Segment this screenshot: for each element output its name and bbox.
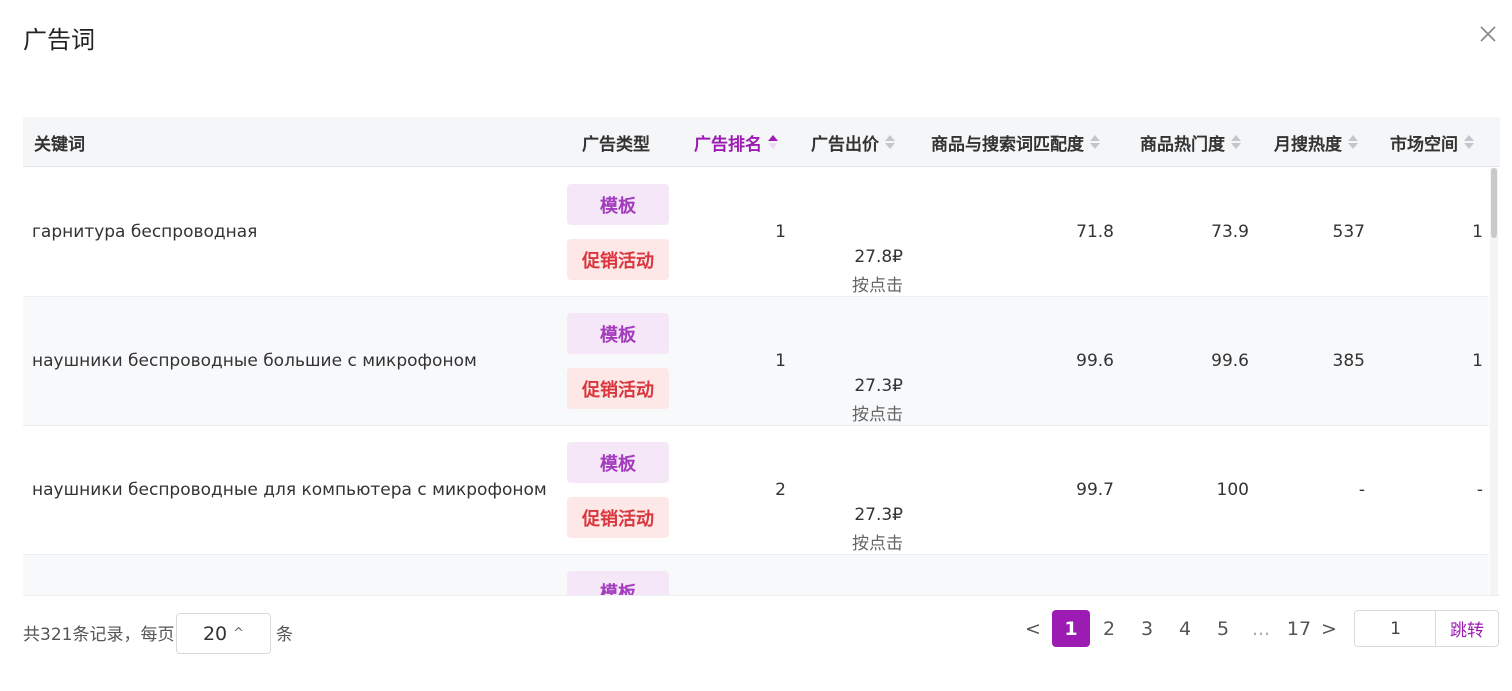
sort-icon[interactable] [1231, 135, 1241, 149]
column-header-market-space[interactable]: 市场空间 [1390, 117, 1474, 167]
table-body: гарнитура беспроводная 模板 促销活动 1 27.8₽ 按… [23, 168, 1489, 595]
market-space-cell: 1 [1472, 351, 1483, 371]
match-cell: 99.7 [1076, 480, 1114, 500]
popularity-cell: 100 [1216, 480, 1249, 500]
bid-cell: 27.3₽ 按点击 [803, 426, 903, 554]
sort-icon[interactable] [768, 135, 778, 149]
table-scrollbar[interactable] [1490, 168, 1498, 595]
tag-promotion: 促销活动 [567, 239, 669, 280]
bid-cell: 27.3₽ 按点击 [803, 297, 903, 425]
tag-template: 模板 [567, 571, 669, 595]
keyword-cell: наушники беспроводные для компьютера с м… [32, 480, 547, 500]
column-header-keyword: 关键词 [34, 134, 85, 155]
bid-price: 27.3₽ [854, 505, 903, 525]
ad-type-cell: 模板 促销活动 [567, 313, 669, 409]
keyword-cell: наушники беспроводные большие с микрофон… [32, 351, 477, 371]
page-size-value: 20 [202, 622, 228, 645]
page-17[interactable]: 17 [1280, 610, 1318, 647]
tag-promotion: 促销活动 [567, 368, 669, 409]
page-3[interactable]: 3 [1128, 610, 1166, 647]
tag-promotion: 促销活动 [567, 497, 669, 538]
sort-icon[interactable] [1348, 135, 1358, 149]
rank-cell: 1 [775, 351, 786, 371]
close-icon[interactable] [1476, 22, 1500, 46]
scrollbar-thumb[interactable] [1491, 168, 1497, 238]
rank-cell: 2 [775, 480, 786, 500]
page-5[interactable]: 5 [1204, 610, 1242, 647]
table-row: 模板 [23, 555, 1489, 595]
tag-template: 模板 [567, 442, 669, 483]
column-header-monthly-search[interactable]: 月搜热度 [1274, 117, 1358, 167]
ad-type-cell: 模板 促销活动 [567, 184, 669, 280]
jump-page-input[interactable] [1354, 610, 1436, 647]
rank-cell: 1 [775, 222, 786, 242]
column-header-popularity[interactable]: 商品热门度 [1140, 117, 1241, 167]
table-header: 关键词 广告类型 广告排名 广告出价 商品与搜索词匹配度 商品热门度 月搜热度 … [23, 117, 1500, 167]
bid-price: 27.8₽ [854, 247, 903, 267]
column-header-ad-rank[interactable]: 广告排名 [694, 117, 778, 167]
keyword-cell: гарнитура беспроводная [32, 222, 258, 242]
sort-icon[interactable] [1090, 135, 1100, 149]
page-size-select[interactable]: 20 ^ [176, 613, 271, 654]
page-2[interactable]: 2 [1090, 610, 1128, 647]
monthly-search-cell: 385 [1332, 351, 1365, 371]
page-ellipsis[interactable]: ... [1242, 610, 1280, 647]
column-header-ad-bid[interactable]: 广告出价 [811, 117, 895, 167]
sort-icon[interactable] [1464, 135, 1474, 149]
bid-unit: 按点击 [852, 534, 903, 554]
monthly-search-cell: - [1358, 480, 1365, 500]
table-row: наушники беспроводные большие с микрофон… [23, 297, 1489, 426]
match-cell: 99.6 [1076, 351, 1114, 371]
sort-icon[interactable] [885, 135, 895, 149]
bid-cell: 27.8₽ 按点击 [803, 168, 903, 296]
bid-unit: 按点击 [852, 276, 903, 296]
total-records: 共321条记录，每页 [23, 625, 175, 645]
column-header-ad-type: 广告类型 [582, 134, 650, 155]
match-cell: 71.8 [1076, 222, 1114, 242]
page-size-unit: 条 [276, 625, 293, 645]
popularity-cell: 99.6 [1211, 351, 1249, 371]
chevron-up-icon: ^ [233, 626, 245, 641]
market-space-cell: - [1476, 480, 1483, 500]
modal-title: 广告词 [23, 26, 95, 54]
ad-type-cell: 模板 [567, 571, 669, 595]
monthly-search-cell: 537 [1332, 222, 1365, 242]
bid-price: 27.3₽ [854, 376, 903, 396]
footer-divider [23, 595, 1500, 596]
table-row: гарнитура беспроводная 模板 促销活动 1 27.8₽ 按… [23, 168, 1489, 297]
column-header-match[interactable]: 商品与搜索词匹配度 [931, 117, 1100, 167]
market-space-cell: 1 [1472, 222, 1483, 242]
page-1[interactable]: 1 [1052, 610, 1090, 647]
tag-template: 模板 [567, 184, 669, 225]
popularity-cell: 73.9 [1211, 222, 1249, 242]
tag-template: 模板 [567, 313, 669, 354]
ad-type-cell: 模板 促销活动 [567, 442, 669, 538]
jump-button[interactable]: 跳转 [1435, 610, 1499, 647]
bid-unit: 按点击 [852, 405, 903, 425]
page-4[interactable]: 4 [1166, 610, 1204, 647]
prev-page-button[interactable]: < [1020, 610, 1046, 647]
keyword-table: 关键词 广告类型 广告排名 广告出价 商品与搜索词匹配度 商品热门度 月搜热度 … [23, 117, 1500, 595]
next-page-button[interactable]: > [1316, 610, 1342, 647]
table-row: наушники беспроводные для компьютера с м… [23, 426, 1489, 555]
